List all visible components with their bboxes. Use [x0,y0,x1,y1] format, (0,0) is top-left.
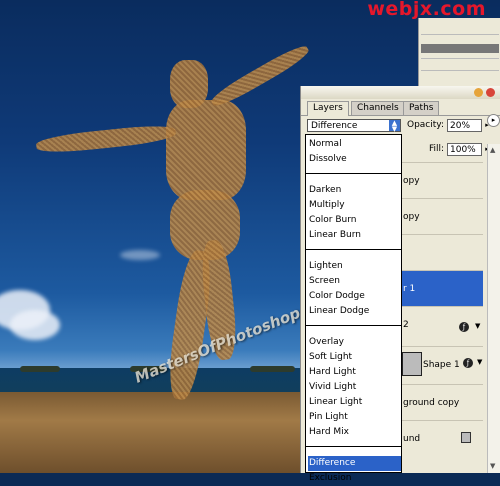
menu-separator [306,249,401,250]
blend-mode-item[interactable]: Screen [308,274,401,289]
menu-separator [306,173,401,174]
layer-effects-icon[interactable]: ƒ [459,322,469,332]
blend-mode-item[interactable]: Linear Light [308,395,401,410]
blend-mode-item[interactable]: Difference [308,456,401,471]
blend-mode-item[interactable]: Overlay [308,335,401,350]
blend-mode-item[interactable]: Darken [308,183,401,198]
layers-scrollbar[interactable]: ▲ ▼ [487,144,500,473]
menu-separator [306,446,401,447]
fill-input[interactable]: 100% [447,143,482,156]
blend-mode-item[interactable]: Linear Burn [308,228,401,243]
layer-row[interactable]: opy [401,162,483,198]
blend-mode-item[interactable]: Exclusion [308,471,401,486]
blend-mode-item[interactable]: Hard Mix [308,425,401,440]
close-icon[interactable] [486,88,495,97]
layer-name: Shape 1 [423,360,460,370]
blend-mode-item[interactable]: Lighten [308,259,401,274]
chevron-down-icon[interactable]: ▼ [475,322,480,330]
cloud [120,250,160,260]
figure-arm-left [35,122,177,156]
panel-row [421,70,499,81]
blend-mode-menu: Normal Dissolve Darken Multiply Color Burn Li… [305,134,402,483]
panel-row [421,58,499,69]
blend-mode-item[interactable]: Hard Light [308,365,401,380]
minimize-icon[interactable] [474,88,483,97]
island [250,366,295,372]
chevron-down-icon[interactable]: ▼ [477,358,482,366]
figure-torso [166,100,246,200]
island [20,366,60,372]
layer-name: opy [403,212,420,222]
palette-tabs: Layers Channels Paths ▸ [301,99,500,127]
figure-arm-right [208,41,312,111]
blend-mode-item[interactable]: Color Dodge [308,289,401,304]
blend-mode-item[interactable]: Linear Dodge [308,304,401,319]
lock-icon [461,432,471,443]
tab-layers[interactable]: Layers [307,101,349,116]
layer-row[interactable]: ground copy [401,384,483,420]
palette-titlebar[interactable] [301,86,500,99]
secondary-panel [418,18,500,88]
layer-mask-thumbnail[interactable] [402,352,422,376]
fill-label: Fill: [429,144,445,154]
panel-row [421,22,499,32]
layer-name: und [403,434,421,444]
blend-mode-item[interactable]: Multiply [308,198,401,213]
opacity-input[interactable]: 20% [447,119,482,132]
opacity-label: Opacity: [407,120,444,130]
scroll-down-icon[interactable]: ▼ [490,462,495,470]
blend-mode-item[interactable]: Vivid Light [308,380,401,395]
blend-mode-item[interactable]: Soft Light [308,350,401,365]
blend-mode-value: Difference [311,121,358,131]
chevron-updown-icon[interactable]: ▲ ▼ [389,120,400,133]
scroll-up-icon[interactable]: ▲ [490,146,495,154]
site-logo: webjx.com [367,0,486,20]
layer-row[interactable] [401,234,483,270]
layer-name: r 1 [403,284,416,294]
tab-channels[interactable]: Channels [351,101,405,115]
layer-effects-icon[interactable]: ƒ [463,358,473,368]
layer-row[interactable]: opy [401,198,483,234]
layer-row[interactable]: r 1 [401,270,483,306]
blend-mode-item[interactable]: Color Burn [308,213,401,228]
tab-paths[interactable]: Paths [403,101,440,115]
layer-name: 2 [403,320,409,330]
blend-mode-item[interactable]: Normal [308,137,401,152]
menu-separator [306,325,401,326]
layer-name: opy [403,176,420,186]
blend-mode-item[interactable]: Dissolve [308,152,401,167]
opacity-arrow-icon[interactable]: ▸ [483,119,491,132]
blend-mode-item[interactable]: Pin Light [308,410,401,425]
panel-bar [421,44,499,53]
cloud [10,310,60,340]
layer-name: ground copy [403,398,460,408]
layer-row[interactable]: 2 [401,306,483,342]
blend-mode-select[interactable]: Difference ▲ ▼ [307,119,401,133]
